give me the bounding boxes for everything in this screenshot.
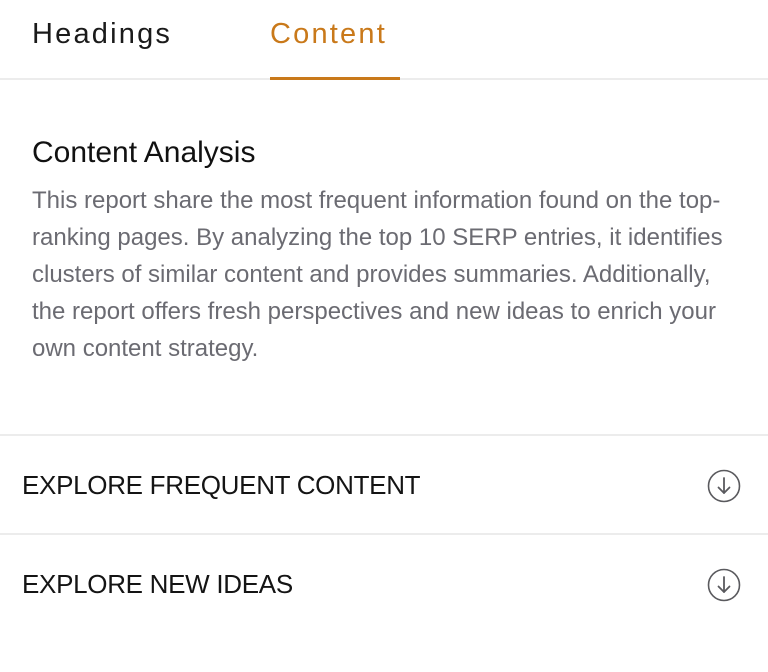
- explore-frequent-content-row[interactable]: EXPLORE FREQUENT CONTENT: [0, 436, 768, 534]
- arrow-down-circle-icon[interactable]: [707, 469, 741, 503]
- content-analysis-section: Content Analysis This report share the m…: [32, 136, 742, 367]
- tab-content[interactable]: Content: [270, 18, 387, 51]
- accordion-label: EXPLORE FREQUENT CONTENT: [22, 470, 421, 500]
- explore-new-ideas-row[interactable]: EXPLORE NEW IDEAS: [0, 535, 768, 633]
- arrow-down-circle-icon[interactable]: [707, 568, 741, 602]
- active-tab-indicator: [270, 77, 400, 80]
- tab-bar: Headings Content: [0, 0, 768, 80]
- tab-headings[interactable]: Headings: [32, 18, 172, 51]
- accordion-label: EXPLORE NEW IDEAS: [22, 569, 293, 599]
- section-description: This report share the most frequent info…: [32, 187, 723, 362]
- section-title: Content Analysis: [32, 136, 256, 169]
